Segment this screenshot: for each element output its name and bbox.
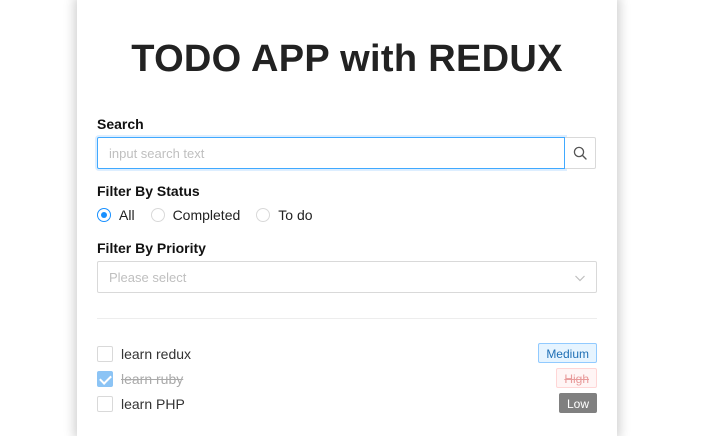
status-radio-group: All Completed To do — [97, 206, 329, 224]
priority-tag: Low — [558, 393, 597, 413]
todo-text: learn PHP — [121, 396, 185, 412]
radio-label-todo: To do — [278, 207, 313, 223]
search-label: Search — [97, 116, 144, 132]
search-button[interactable] — [565, 137, 596, 169]
radio-all[interactable]: All — [97, 207, 135, 223]
radio-circle-todo[interactable] — [256, 208, 271, 222]
todo-item: learn PHP Low — [97, 393, 597, 415]
radio-circle-completed[interactable] — [150, 208, 165, 222]
radio-label-completed: Completed — [172, 207, 241, 223]
todo-text: learn redux — [121, 346, 192, 362]
radio-label-all: All — [119, 207, 135, 223]
chevron-down-icon — [575, 275, 585, 282]
radio-completed[interactable]: Completed — [150, 207, 241, 223]
priority-tag: High — [556, 368, 597, 388]
priority-select[interactable]: Please select — [97, 261, 597, 293]
radio-circle-all[interactable] — [97, 208, 111, 222]
divider — [97, 318, 597, 319]
todo-item: learn redux Medium — [97, 343, 597, 365]
search-icon — [573, 146, 587, 160]
todo-text: learn ruby — [121, 371, 184, 387]
todo-checkbox[interactable] — [97, 346, 113, 362]
search-input[interactable] — [97, 137, 565, 169]
todo-app-card: TODO APP with REDUX Search Filter By Sta… — [77, 0, 617, 436]
todo-checkbox[interactable] — [97, 396, 113, 412]
priority-select-placeholder: Please select — [109, 270, 187, 285]
status-filter-label: Filter By Status — [97, 183, 200, 199]
page-title: TODO APP with REDUX — [131, 38, 563, 80]
priority-filter-label: Filter By Priority — [97, 240, 206, 256]
search-bar — [97, 137, 596, 169]
radio-todo[interactable]: To do — [256, 207, 313, 223]
todo-checkbox[interactable] — [97, 371, 113, 387]
priority-tag: Medium — [538, 343, 597, 363]
todo-item: learn ruby High — [97, 368, 597, 390]
